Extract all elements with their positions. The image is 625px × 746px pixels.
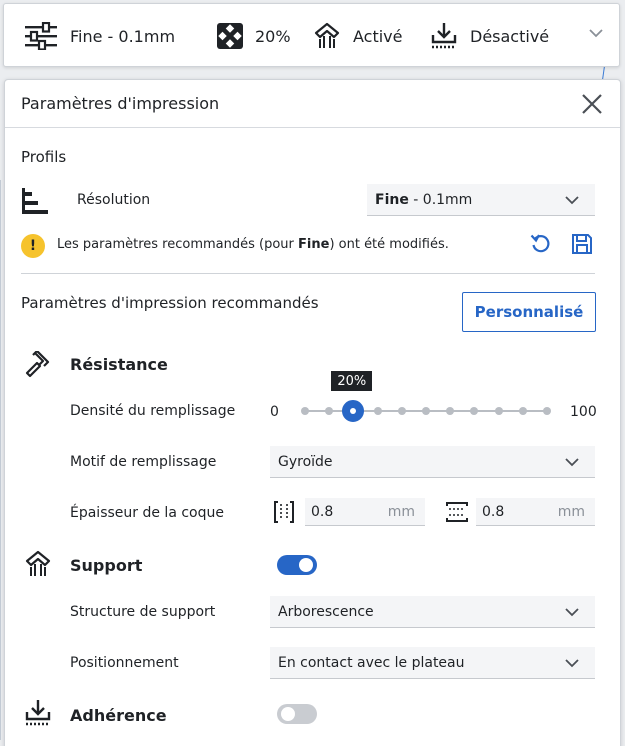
infill-pattern-value: Gyroïde [278,453,333,470]
wall-thickness-input[interactable]: 0.8 mm [305,498,425,526]
support-toggle[interactable] [277,555,317,575]
support-summary[interactable]: Activé [313,4,403,68]
viewport-edge-line [602,65,605,81]
resolution-select[interactable]: Fine - 0.1mm [367,184,595,216]
profile-summary-label: Fine - 0.1mm [70,26,176,46]
chevron-down-icon [565,608,579,617]
print-settings-panel: Paramètres d'impression Profils Résoluti… [4,79,621,746]
profile-summary[interactable]: Fine - 0.1mm [24,4,175,68]
warning-profile-name: Fine [298,237,330,252]
resolution-label: Résolution [77,192,151,208]
wall-thickness-icon [274,501,294,523]
print-settings-summary-bar[interactable]: Fine - 0.1mm 20% Activé Désactivé [3,3,620,67]
chevron-down-icon [565,196,579,205]
support-structure-label: Structure de support [70,604,216,620]
support-placement-select[interactable]: En contact avec le plateau [270,647,595,679]
divider [21,273,595,274]
slider-tick [325,407,334,415]
slider-tick [397,407,406,415]
save-icon[interactable] [571,233,593,255]
support-heading: Support [70,556,143,575]
wall-thickness-value: 0.8 [311,504,334,520]
reset-icon[interactable] [530,233,552,255]
infill-summary-label: 20% [255,26,291,46]
strength-heading: Résistance [70,355,168,374]
slider-tick [494,407,503,415]
support-icon [25,550,51,576]
hammer-icon [25,351,50,378]
top-bottom-thickness-icon [446,502,468,522]
slider-tick [373,407,382,415]
toggle-knob [299,558,313,572]
resolution-icon [22,188,48,214]
support-icon [314,22,340,48]
panel-title: Paramètres d'impression [21,94,220,113]
chevron-down-icon [565,659,579,668]
slider-tick [518,407,527,415]
chevron-down-icon[interactable] [589,28,603,38]
custom-mode-button[interactable]: Personnalisé [462,292,596,332]
resolution-value-rest: - 0.1mm [408,191,473,208]
slider-tick [470,407,479,415]
slider-value-tooltip: 20% [331,371,373,391]
close-icon[interactable] [580,92,604,116]
infill-pattern-label: Motif de remplissage [70,454,217,470]
warning-prefix: Les paramètres recommandés (pour [57,237,299,252]
support-placement-value: En contact avec le plateau [278,654,465,671]
top-bottom-thickness-input[interactable]: 0.8 mm [476,498,595,526]
infill-density-slider-handle[interactable] [342,400,365,422]
adhesion-heading: Adhérence [70,706,167,725]
sliders-icon [25,22,57,50]
support-placement-label: Positionnement [70,655,179,671]
slider-tick [446,407,455,415]
wall-thickness-unit: mm [387,504,415,520]
support-structure-value: Arborescence [278,603,374,620]
adhesion-summary[interactable]: Désactivé [430,4,549,68]
slider-min-label: 0 [270,404,279,420]
infill-density-label: Densité du remplissage [70,403,236,419]
adhesion-icon [431,23,457,49]
recommended-heading: Paramètres d'impression recommandés [21,294,319,312]
warning-icon: ! [21,234,45,258]
slider-tick [301,407,309,415]
top-bottom-thickness-value: 0.8 [482,504,505,520]
toggle-knob [281,707,295,721]
support-structure-select[interactable]: Arborescence [270,596,595,628]
support-summary-label: Activé [353,26,403,46]
infill-pattern-select[interactable]: Gyroïde [270,446,595,478]
chevron-down-icon [565,458,579,467]
shell-thickness-label: Épaisseur de la coque [70,505,224,521]
slider-max-label: 100 [570,404,597,420]
profiles-heading: Profils [21,148,67,166]
panel-header: Paramètres d'impression [5,80,620,128]
slider-tick [422,407,430,415]
adhesion-toggle[interactable] [277,704,317,724]
modified-warning-text: Les paramètres recommandés (pour Fine) o… [57,237,449,252]
resolution-value-bold: Fine [375,191,409,208]
warning-suffix: ) ont été modifiés. [329,237,449,252]
adhesion-summary-label: Désactivé [470,26,550,46]
slider-tick [543,407,551,415]
adhesion-icon [25,700,51,726]
viewport-edge-line [0,180,1,740]
top-bottom-thickness-unit: mm [557,504,585,520]
infill-icon [217,23,243,49]
infill-summary[interactable]: 20% [217,4,291,68]
